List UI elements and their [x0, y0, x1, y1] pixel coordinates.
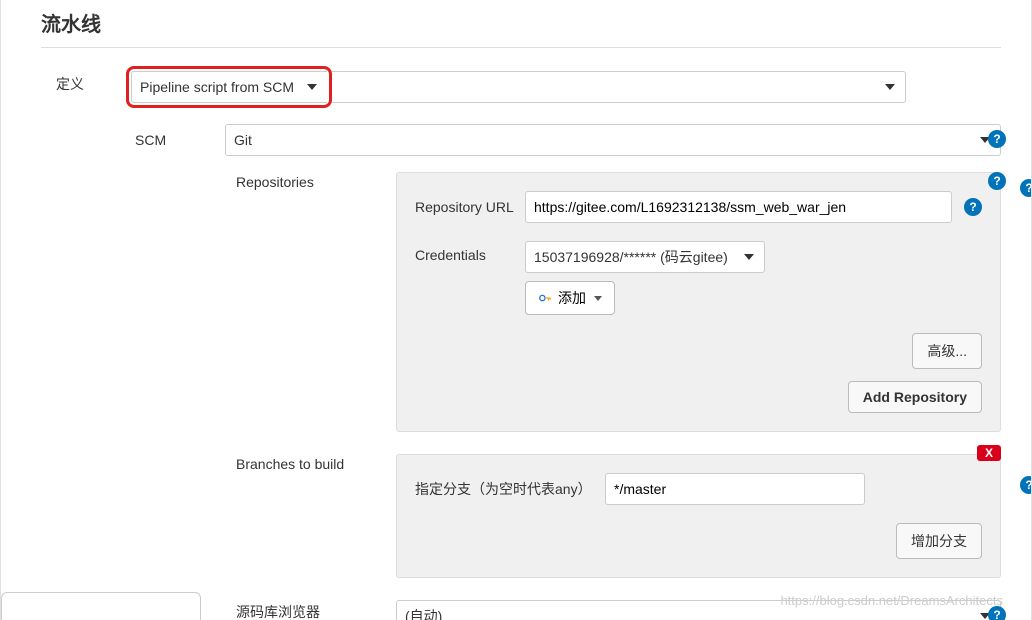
credentials-label: Credentials — [415, 241, 525, 263]
help-icon[interactable]: ? — [988, 172, 1006, 190]
pipeline-config-page: 流水线 定义 Pipeline script from SCM SCM — [0, 0, 1032, 620]
bottom-tab — [1, 592, 201, 620]
advanced-button[interactable]: 高级... — [912, 333, 982, 369]
help-icon[interactable]: ? — [1020, 179, 1032, 197]
browser-select[interactable]: (自动) — [396, 600, 1001, 620]
chevron-down-icon — [594, 296, 602, 301]
definition-select-left[interactable]: Pipeline script from SCM — [131, 71, 327, 103]
branches-panel: X 指定分支（为空时代表any） 增加分支 — [396, 454, 1001, 578]
section-title: 流水线 — [41, 0, 1001, 48]
repositories-label: Repositories — [236, 172, 386, 190]
branches-label: Branches to build — [236, 454, 386, 472]
help-icon[interactable]: ? — [988, 130, 1006, 148]
help-icon[interactable]: ? — [988, 606, 1006, 620]
branches-row: Branches to build X 指定分支（为空时代表any） 增加分支 … — [41, 454, 1001, 578]
add-credentials-label: 添加 — [558, 288, 586, 308]
scm-row: SCM Git ? — [41, 124, 1001, 156]
help-icon[interactable]: ? — [964, 198, 982, 216]
add-credentials-button[interactable]: 添加 — [525, 281, 615, 315]
scm-select[interactable]: Git — [225, 124, 1001, 156]
help-icon[interactable]: ? — [1020, 476, 1032, 494]
definition-select-right[interactable] — [332, 71, 906, 103]
credentials-select[interactable]: 15037196928/****** (码云gitee) — [525, 241, 765, 273]
definition-highlight: Pipeline script from SCM — [126, 66, 332, 108]
branch-spec-input[interactable] — [605, 473, 865, 505]
repo-url-input[interactable] — [525, 191, 952, 223]
definition-label: 定义 — [56, 66, 116, 94]
scm-label: SCM — [135, 124, 215, 148]
repo-url-label: Repository URL — [415, 199, 525, 215]
delete-branch-button[interactable]: X — [977, 445, 1001, 461]
repositories-row: Repositories Repository URL ? Credential… — [41, 172, 1001, 432]
add-branch-button[interactable]: 增加分支 — [896, 523, 982, 559]
repositories-panel: Repository URL ? Credentials 15037196928… — [396, 172, 1001, 432]
branch-spec-label: 指定分支（为空时代表any） — [415, 479, 605, 499]
add-repository-button[interactable]: Add Repository — [848, 381, 982, 413]
definition-row: 定义 Pipeline script from SCM — [41, 66, 1001, 108]
key-icon — [538, 291, 552, 305]
browser-label: 源码库浏览器 — [236, 600, 386, 620]
